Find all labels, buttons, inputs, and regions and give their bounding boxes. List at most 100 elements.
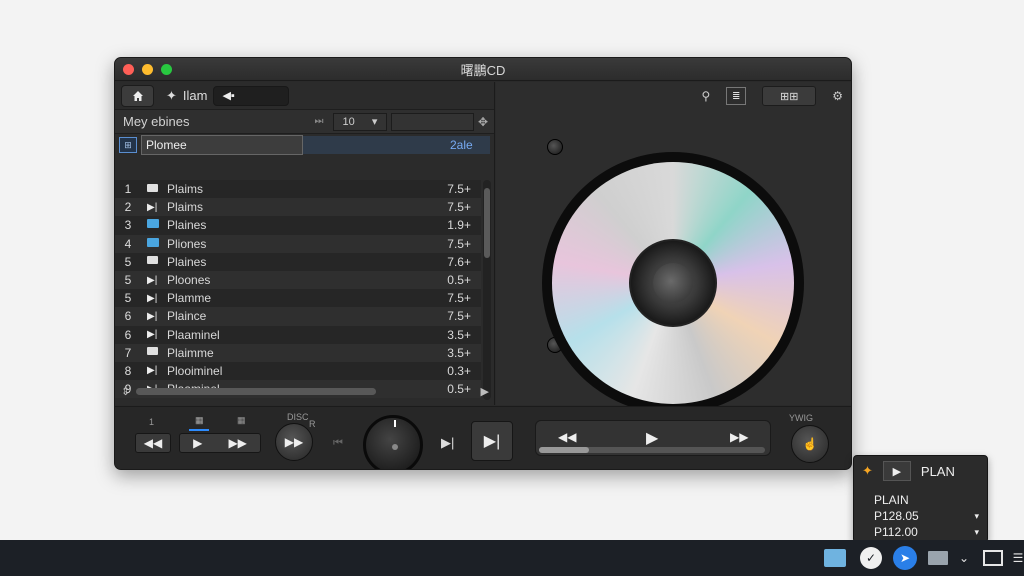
chevron-up-icon[interactable]: ⌄ [954,540,974,576]
gear-icon[interactable]: ⚙ [832,89,843,103]
track-row[interactable]: 2 ▶| Plaims 7.5+ [115,198,481,217]
next-track-icon[interactable]: ▶| [441,435,454,451]
grid-button[interactable]: ⊞⊞ [762,86,817,106]
track-value: 0.5+ [447,273,471,288]
scroll-thumb[interactable] [484,188,490,258]
track-row[interactable]: 6 ▶| Plaince 7.5+ [115,307,481,326]
fast-forward-icon[interactable]: ▶▶ [730,430,748,444]
skip-forward-icon: ▶| [483,433,501,450]
library-toolbar: ✦ Ilam ◀▪ [115,82,494,110]
cd-disc[interactable] [552,162,794,404]
track-row[interactable]: 6 ▶| Plaaminel 3.5+ [115,325,481,344]
horizontal-scroll-thumb[interactable] [136,387,377,395]
track-row[interactable]: 1 Plaims 7.5+ [115,180,481,199]
track-row[interactable]: 5 ▶| Plamme 7.5+ [115,289,481,308]
track-number: 8 [124,363,132,378]
volume-knob[interactable] [363,415,423,469]
fast-forward-icon: ▶▶ [284,435,304,449]
popup-title: PLAN [920,463,955,479]
transport-bar: 1 ▦ ▦ ◀◀ ▶ ▶▶ DISC R ▶▶ ⏮ ▶| ▶| ◀◀ ▶ ▶▶ … [115,406,851,469]
hand-icon: ☝ [802,437,818,451]
track-value: 7.5+ [447,236,471,251]
home-button[interactable] [121,84,154,107]
monitor-tray-icon[interactable] [924,540,952,576]
title-bar[interactable]: 曙鵬CD [115,58,851,81]
adjust-icon[interactable]: ⇕ [121,385,130,398]
zoom-button[interactable] [161,64,172,75]
track-row[interactable]: 5 ▶| Ploones 0.5+ [115,270,481,290]
bird-tray-icon[interactable]: ✓ [856,540,886,576]
cd-player-window: 曙鵬CD ✦ Ilam ◀▪ Mey ebines ⏭ 10 ▾ ✥ ⊞ Plo [114,57,852,470]
result-count: 2ale [450,136,490,154]
messenger-tray-icon[interactable]: ➤ [890,540,920,576]
popup-line-1[interactable]: P128.05 ▾ [854,508,987,524]
playback-progress[interactable] [539,447,765,453]
label-one: 1 [149,417,155,427]
folder-icon [147,183,163,195]
folder-icon [147,256,163,267]
track-row[interactable]: 7 Plaimme 3.5+ [115,343,481,362]
play-icon[interactable]: ▶ [646,428,658,448]
track-row[interactable]: 4 Pliones 7.5+ [115,234,481,253]
action-center-icon[interactable] [978,540,1008,576]
track-number: 3 [124,218,132,233]
screenshot-tray-icon[interactable] [820,540,850,576]
library-pane: ✦ Ilam ◀▪ Mey ebines ⏭ 10 ▾ ✥ ⊞ Plomee 2… [115,82,495,405]
fast-forward-icon[interactable]: ▶▶ [228,436,246,450]
search-highlight [303,136,450,154]
play-small-icon[interactable]: ▶ [481,385,489,398]
disc-tray [542,152,804,414]
library-label[interactable]: ✦ Ilam [166,88,207,104]
horizontal-scroll-row: ⇕ ▶ [115,379,495,403]
track-value: 7.5+ [447,309,471,324]
track-row[interactable]: 5 Plaines 7.6+ [115,252,481,271]
track-name: Plamme [167,291,212,306]
play-icon: ▶| [147,274,158,286]
skip-back-icon[interactable]: ⏮ [333,437,343,450]
track-number: 2 [124,200,132,215]
rewind-button[interactable]: ◀◀ [135,433,171,453]
b-label: R [309,419,316,429]
popup-play-button[interactable]: ▶ [882,461,911,481]
track-number: 7 [124,345,132,360]
pin-icon[interactable]: ✥ [478,115,494,129]
mode-icon-2[interactable]: ▦ [237,415,246,426]
window-title: 曙鵬CD [460,62,506,78]
skip-forward-button[interactable]: ▶| [471,421,513,461]
filter-field[interactable] [391,112,474,131]
mode-icon[interactable]: ▦ [195,415,204,426]
track-number: 5 [124,291,132,306]
track-name: Pliones [167,236,207,251]
vertical-scrollbar[interactable] [483,180,491,400]
search-icon[interactable]: ⚲ [701,89,710,103]
blue-folder-icon [147,237,163,250]
horizontal-scrollbar[interactable] [136,387,377,395]
track-value: 1.9+ [447,218,471,233]
minimize-button[interactable] [142,64,153,75]
search-input[interactable]: Plomee [141,135,303,155]
count-select[interactable]: 10 ▾ [333,112,387,131]
track-row[interactable]: 3 Plaines 1.9+ [115,216,481,235]
ff-round-button[interactable]: ▶▶ [275,423,313,461]
eject-menu-button[interactable]: ≣ [726,87,747,105]
play-icon[interactable]: ▶ [193,436,202,450]
track-value: 3.5+ [447,345,471,360]
track-name: Plaims [167,200,204,215]
view-toggle[interactable]: ◀▪ [213,85,290,106]
track-value: 0.3+ [447,363,471,378]
popup-line-2[interactable]: P112.00 ▾ [854,524,987,540]
screw-icon [547,139,563,155]
select-all-checkbox[interactable]: ⊞ [119,137,137,153]
close-button[interactable] [123,64,134,75]
rewind-icon: ◀◀ [143,436,163,450]
rewind-icon[interactable]: ◀◀ [558,430,576,444]
wg-label: YWIG [789,413,813,423]
play-icon: ▶| [147,365,158,377]
power-button[interactable]: ☝ [791,425,829,463]
track-value: 3.5+ [447,327,471,342]
skip-icon[interactable]: ⏭ [305,116,333,127]
track-value: 7.5+ [447,182,471,197]
menu-icon[interactable]: ☰ [1012,540,1024,576]
disc-hub [629,239,717,327]
track-row[interactable]: 8 ▶| Plooiminel 0.3+ [115,361,481,381]
